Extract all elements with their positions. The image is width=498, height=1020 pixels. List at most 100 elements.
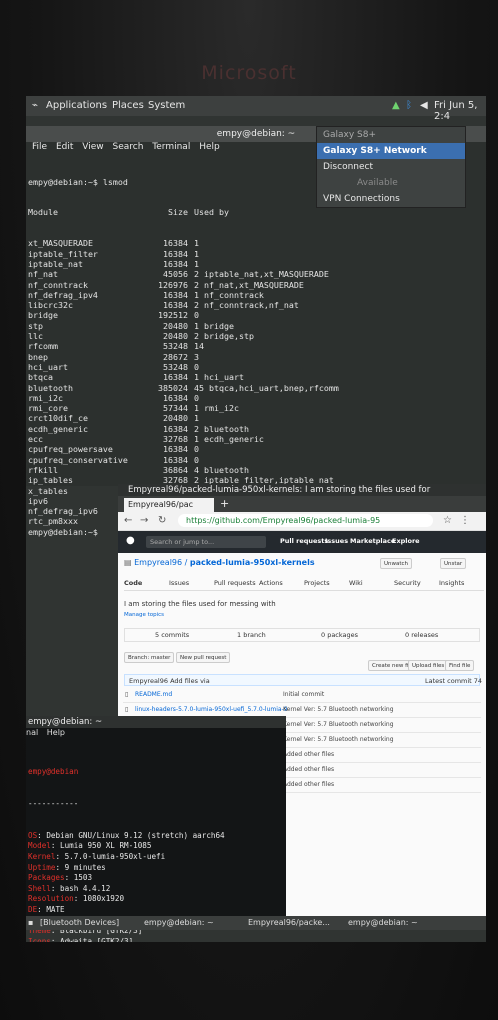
terminal-output[interactable]: empy@debian:~$ lsmod Module Size Used by x…	[26, 156, 486, 537]
show-desktop-icon[interactable]: ▪	[28, 916, 33, 930]
menu-system[interactable]: System	[148, 100, 185, 111]
clock[interactable]: Fri Jun 5, 2:4	[434, 100, 486, 122]
new-pull-request-button[interactable]: New pull request	[176, 652, 231, 663]
lsmod-row: nf_conntrack 126976 2 nf_nat,xt_MASQUERADE	[28, 280, 486, 290]
module-used-by: 1	[194, 248, 199, 259]
lsmod-row: rmi_i2c 16384 0	[28, 393, 486, 403]
file-row[interactable]: ▯ README.md Initial commit	[123, 688, 481, 703]
github-header: ● Search or jump to... Pull requests Iss…	[118, 531, 486, 553]
commit-author[interactable]: Empyreal96 Add files via	[129, 677, 210, 685]
new-tab-icon[interactable]: +	[220, 497, 229, 510]
lsmod-row: nf_nat 45056 2 iptable_nat,xt_MASQUERADE	[28, 269, 486, 279]
browser-titlebar[interactable]: Empyreal96/packed-lumia-950xl-kernels: I…	[118, 484, 486, 496]
reload-icon[interactable]: ↻	[158, 515, 166, 526]
unwatch-button[interactable]: Unwatch	[380, 558, 413, 569]
neofetch-menubar: nal Help	[26, 728, 286, 740]
repo-tab[interactable]: Code	[124, 579, 142, 587]
module-name: rfcomm	[28, 341, 58, 352]
github-logo-icon[interactable]: ●	[126, 535, 135, 546]
nav-pull-requests[interactable]: Pull requests	[280, 537, 328, 545]
menu-file[interactable]: File	[32, 142, 47, 152]
menu-edit[interactable]: Edit	[56, 142, 73, 152]
neofetch-output[interactable]: empy@debian ----------- OS: Debian GNU/L…	[26, 746, 286, 942]
module-size: 16384	[163, 454, 188, 465]
repo-tab[interactable]: Issues	[169, 579, 189, 587]
back-icon[interactable]: ←	[124, 515, 132, 526]
task-browser[interactable]: Empyreal96/packe...	[248, 916, 330, 930]
bluetooth-icon[interactable]: ᛒ	[406, 100, 412, 111]
github-search-input[interactable]: Search or jump to...	[146, 536, 266, 548]
nav-issues[interactable]: Issues	[325, 537, 348, 545]
forward-icon[interactable]: →	[140, 515, 148, 526]
repo-tab[interactable]: Projects	[304, 579, 330, 587]
repo-name[interactable]: packed-lumia-950xl-kernels	[190, 558, 315, 567]
file-commit-message[interactable]: Added other files	[283, 766, 334, 773]
file-name[interactable]: README.md	[135, 691, 172, 698]
lsmod-row: hci_uart 53248 0	[28, 362, 486, 372]
network-item-vpn[interactable]: VPN Connections	[317, 191, 465, 207]
repo-tab[interactable]: Wiki	[349, 579, 363, 587]
upload-files-button[interactable]: Upload files	[408, 660, 449, 671]
module-size: 53248	[163, 361, 188, 372]
neofetch-key: DE	[28, 904, 38, 914]
repo-owner[interactable]: Empyreal96	[134, 558, 182, 567]
menu-applications[interactable]: Applications	[46, 100, 107, 111]
file-commit-message[interactable]: Added other files	[283, 781, 334, 788]
task-bluetooth-devices[interactable]: [Bluetooth Devices]	[40, 916, 119, 930]
network-icon[interactable]: ▲	[392, 100, 400, 111]
repo-tab[interactable]: Actions	[259, 579, 283, 587]
file-commit-message[interactable]: Kernel Ver: 5.7 Bluetooth networking	[283, 706, 394, 713]
neofetch-colon: :	[55, 862, 65, 872]
neofetch-colon: :	[37, 904, 47, 914]
neofetch-userhost: empy@debian	[28, 767, 79, 777]
browser-tab[interactable]: Empyreal96/pac	[124, 498, 214, 512]
nav-explore[interactable]: Explore	[392, 537, 420, 545]
stat-packages[interactable]: 0 packages	[321, 631, 358, 639]
menu-help[interactable]: Help	[47, 728, 65, 737]
branch-select[interactable]: Branch: master	[124, 652, 175, 663]
latest-commit[interactable]: Latest commit 74	[425, 677, 482, 685]
unstar-button[interactable]: Unstar	[440, 558, 467, 569]
stat-branch[interactable]: 1 branch	[237, 631, 266, 639]
file-commit-message[interactable]: Added other files	[283, 751, 334, 758]
neofetch-line: Model: Lumia 950 XL RM-1085	[28, 841, 286, 852]
file-commit-message[interactable]: Kernel Ver: 5.7 Bluetooth networking	[283, 721, 394, 728]
task-terminal-1[interactable]: empy@debian: ~	[144, 916, 214, 930]
neofetch-key: Resolution	[28, 894, 74, 904]
neofetch-key: Model	[28, 841, 51, 851]
module-size: 53248	[163, 341, 188, 352]
menu-dots-icon[interactable]: ⋮	[460, 515, 470, 526]
menu-help[interactable]: Help	[199, 142, 220, 152]
nav-marketplace[interactable]: Marketplace	[350, 537, 395, 545]
find-file-button[interactable]: Find file	[445, 660, 475, 671]
menu-places[interactable]: Places	[112, 100, 144, 111]
lsmod-row: llc 20480 2 bridge,stp	[28, 331, 486, 341]
menu-view[interactable]: View	[82, 142, 103, 152]
network-menu: Galaxy S8+ Galaxy S8+ Network Disconnect…	[316, 126, 466, 208]
star-icon[interactable]: ☆	[443, 515, 452, 526]
volume-icon[interactable]: ◀	[420, 100, 428, 111]
module-size: 16384	[163, 300, 188, 311]
repo-tab[interactable]: Pull requests	[214, 579, 256, 587]
menu-search[interactable]: Search	[112, 142, 143, 152]
neofetch-titlebar[interactable]: empy@debian: ~	[26, 716, 286, 728]
repo-tab[interactable]: Insights	[439, 579, 464, 587]
file-commit-message[interactable]: Initial commit	[283, 691, 324, 698]
file-commit-message[interactable]: Kernel Ver: 5.7 Bluetooth networking	[283, 736, 394, 743]
module-size: 16384	[163, 372, 188, 383]
repo-tab[interactable]: Security	[394, 579, 421, 587]
task-terminal-2[interactable]: empy@debian: ~	[348, 916, 418, 930]
module-used-by: 1 rmi_i2c	[194, 403, 239, 414]
network-item-galaxy[interactable]: Galaxy S8+ Network	[317, 143, 465, 159]
file-name[interactable]: linux-headers-5.7.0-lumia-950xl-uefi_5.7…	[135, 706, 288, 713]
stat-commits[interactable]: 5 commits	[155, 631, 189, 639]
apps-icon[interactable]: ⌁	[32, 100, 38, 111]
neofetch-colon: :	[37, 830, 47, 840]
menu-terminal-partial[interactable]: nal	[26, 728, 38, 737]
module-size: 16384	[163, 238, 188, 249]
menu-terminal[interactable]: Terminal	[152, 142, 190, 152]
manage-topics-link[interactable]: Manage topics	[124, 612, 164, 618]
address-bar[interactable]: https://github.com/Empyreal96/packed-lum…	[178, 514, 433, 527]
stat-releases[interactable]: 0 releases	[405, 631, 438, 639]
network-item-disconnect[interactable]: Disconnect	[317, 159, 465, 175]
